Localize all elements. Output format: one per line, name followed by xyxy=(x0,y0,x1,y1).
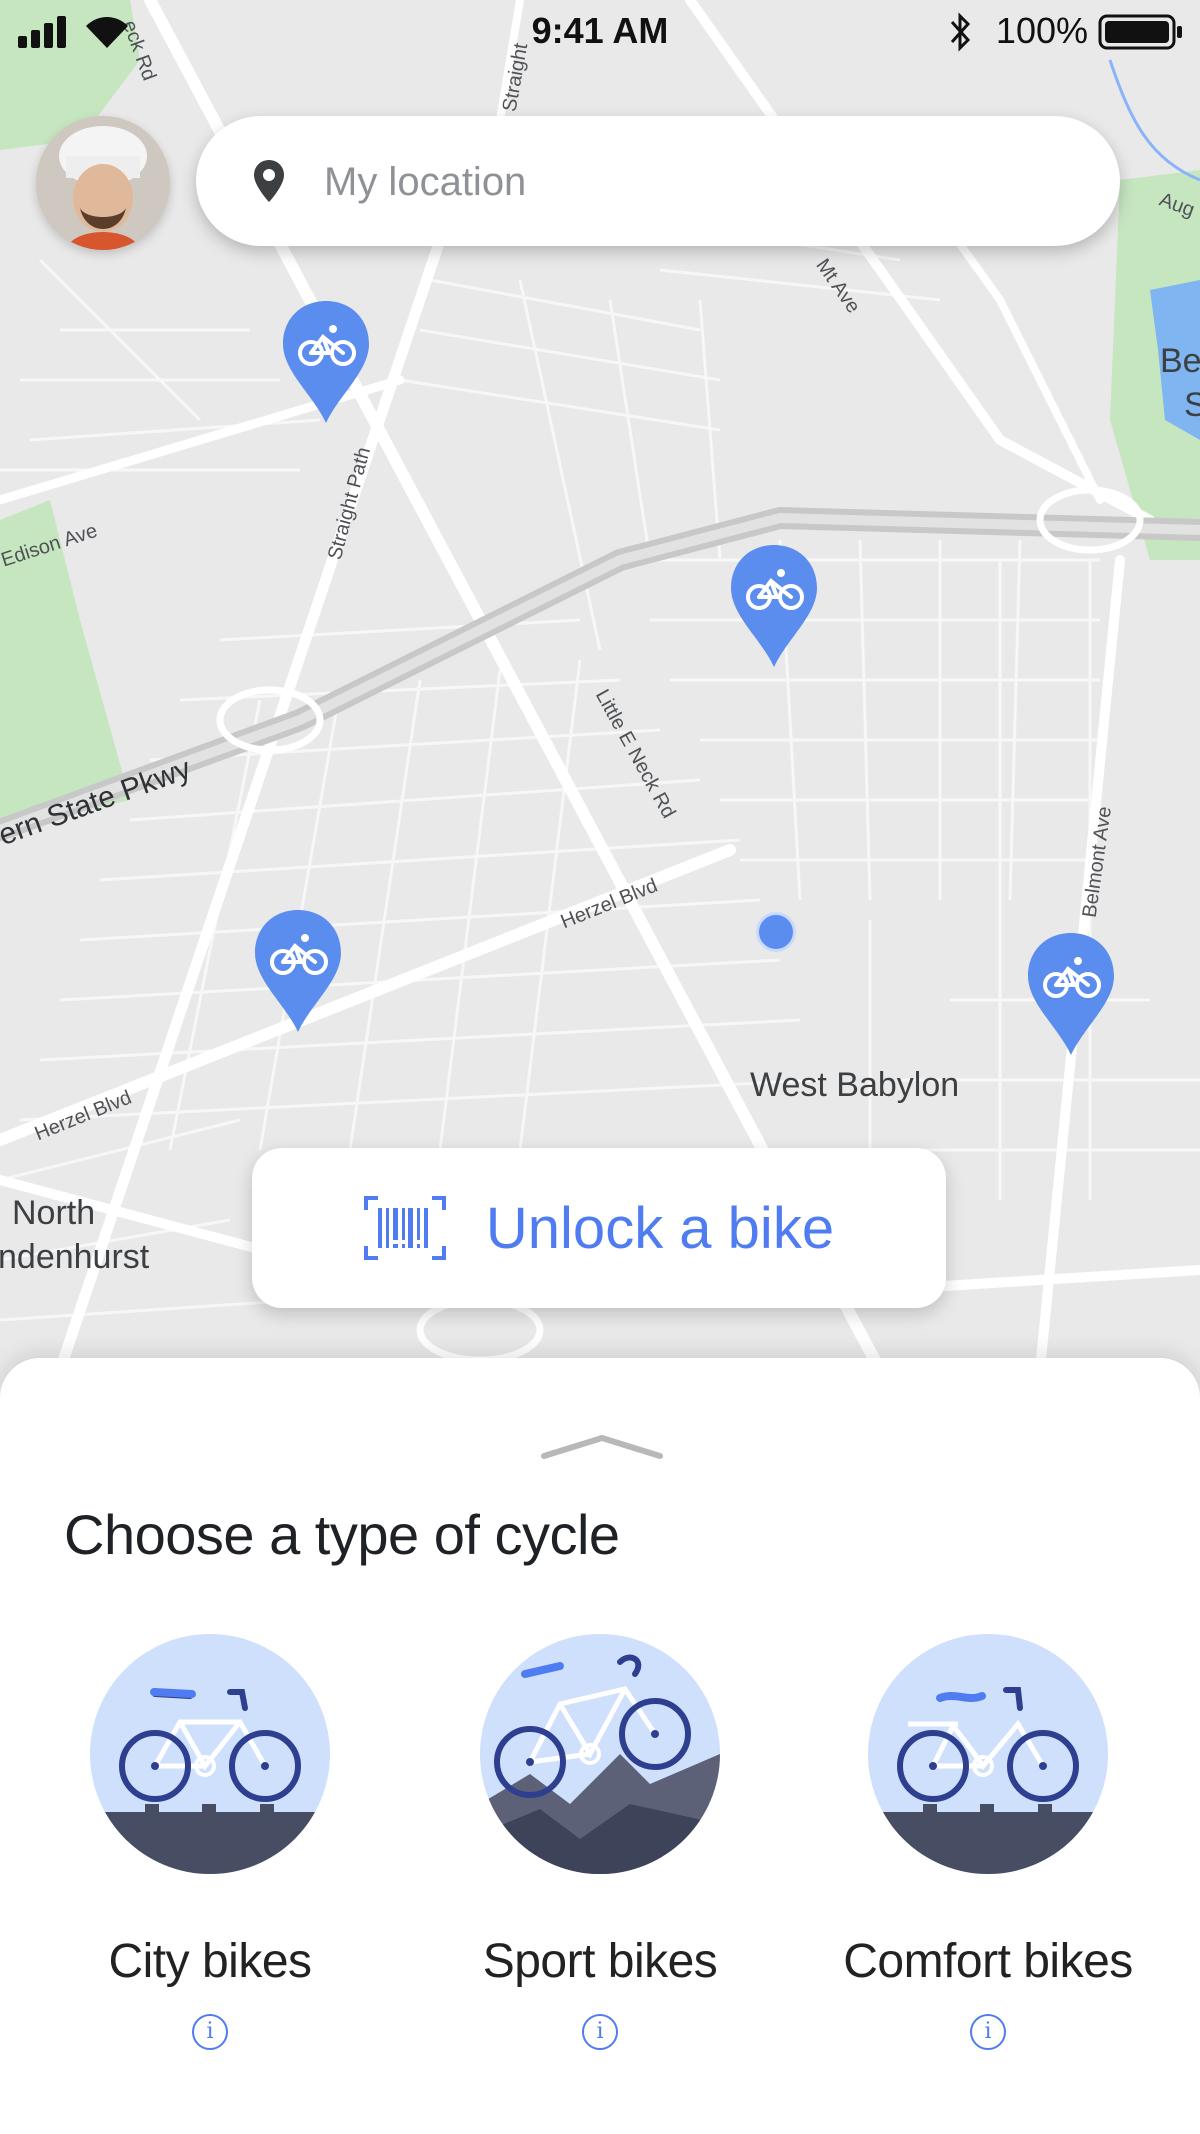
bike-station-pin[interactable] xyxy=(253,908,343,1034)
comfort-bikes-info-icon[interactable]: i xyxy=(970,2014,1006,2050)
sport-bike-illustration xyxy=(480,1634,720,1874)
avatar[interactable] xyxy=(36,116,170,250)
location-pin-icon xyxy=(254,160,284,202)
bike-station-pin[interactable] xyxy=(729,543,819,669)
search-bar[interactable] xyxy=(196,116,1120,246)
place-label: ndenhurst xyxy=(0,1238,150,1276)
comfort-bikes-option[interactable]: Comfort bikes i xyxy=(823,1634,1153,2074)
place-label: S xyxy=(1184,386,1200,424)
status-bar: 9:41 AM 100% xyxy=(0,0,1200,64)
comfort-bike-illustration xyxy=(868,1634,1108,1874)
battery-icon xyxy=(1098,14,1182,50)
sheet-title: Choose a type of cycle xyxy=(64,1503,620,1566)
search-input[interactable] xyxy=(322,146,1066,218)
place-label: Be xyxy=(1160,342,1200,380)
current-location-dot xyxy=(756,912,796,952)
battery-percent: 100% xyxy=(995,10,1088,51)
unlock-bike-button[interactable]: Unlock a bike xyxy=(252,1148,946,1308)
city-bike-illustration xyxy=(90,1634,330,1874)
bluetooth-icon xyxy=(950,12,971,52)
sport-bikes-option[interactable]: Sport bikes i xyxy=(435,1634,765,2074)
chevron-up-icon[interactable] xyxy=(540,1434,664,1460)
unlock-bike-label: Unlock a bike xyxy=(485,1195,835,1261)
city-bikes-info-icon[interactable]: i xyxy=(192,2014,228,2050)
city-bikes-label: City bikes xyxy=(108,1935,312,1988)
bike-station-pin[interactable] xyxy=(281,299,371,425)
sport-bikes-label: Sport bikes xyxy=(482,1935,718,1988)
bike-station-pin[interactable] xyxy=(1026,931,1116,1057)
bottom-sheet: Choose a type of cycle City bikes i Spor… xyxy=(0,1358,1200,2134)
comfort-bikes-label: Comfort bikes xyxy=(843,1935,1133,1988)
city-bikes-option[interactable]: City bikes i xyxy=(45,1634,375,2074)
sport-bikes-info-icon[interactable]: i xyxy=(582,2014,618,2050)
place-label: North xyxy=(12,1194,96,1232)
barcode-scan-icon xyxy=(363,1196,446,1260)
place-label: West Babylon xyxy=(750,1066,960,1104)
